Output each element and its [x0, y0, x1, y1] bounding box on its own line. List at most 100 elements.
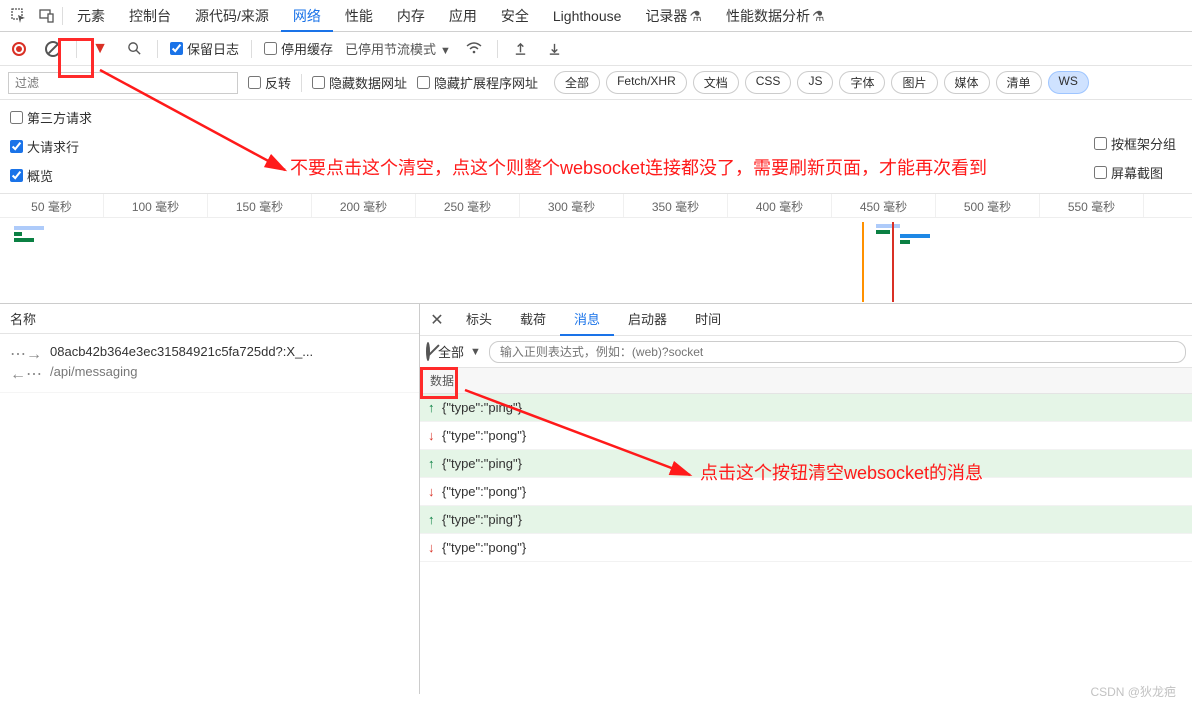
- websocket-icon: ⋯→←⋯: [10, 344, 42, 384]
- invert-checkbox[interactable]: 反转: [248, 73, 291, 92]
- detail-tabs: ✕ 标头载荷消息启动器时间: [420, 304, 1192, 336]
- clear-button[interactable]: [42, 38, 64, 60]
- tab-控制台[interactable]: 控制台: [117, 2, 183, 30]
- throttling-select[interactable]: 已停用节流模式▼: [345, 39, 451, 58]
- third-party-checkbox[interactable]: 第三方请求: [10, 108, 1182, 127]
- ws-message-row[interactable]: ↓{"type":"pong"}: [420, 422, 1192, 450]
- ws-message-row[interactable]: ↑{"type":"ping"}: [420, 506, 1192, 534]
- filter-pill-全部[interactable]: 全部: [554, 71, 600, 94]
- device-icon[interactable]: [34, 3, 60, 29]
- timeline-tick: 300 毫秒: [520, 194, 624, 217]
- devtools-tab-bar: 元素控制台源代码/来源网络性能内存应用安全Lighthouse记录器⚗性能数据分…: [0, 0, 1192, 32]
- tab-性能数据分析[interactable]: 性能数据分析⚗: [714, 2, 837, 30]
- ws-message-row[interactable]: ↑{"type":"ping"}: [420, 450, 1192, 478]
- hide-ext-urls-checkbox[interactable]: 隐藏扩展程序网址: [417, 73, 538, 92]
- messages-toolbar: 全部▼: [420, 336, 1192, 368]
- overview-checkbox[interactable]: 概览: [10, 166, 1182, 185]
- tab-性能[interactable]: 性能: [333, 2, 385, 30]
- arrow-up-icon: ↑: [428, 512, 442, 527]
- timeline-tick: 50 毫秒: [0, 194, 104, 217]
- detail-tab-标头[interactable]: 标头: [452, 303, 506, 336]
- ws-message-text: {"type":"pong"}: [442, 428, 526, 443]
- divider: [76, 40, 77, 58]
- filter-pill-图片[interactable]: 图片: [891, 71, 937, 94]
- ws-message-row[interactable]: ↓{"type":"pong"}: [420, 478, 1192, 506]
- network-conditions-icon[interactable]: [463, 38, 485, 60]
- name-column-header[interactable]: 名称: [0, 304, 419, 334]
- timeline-tick: 150 毫秒: [208, 194, 312, 217]
- timeline-bar: [892, 222, 894, 302]
- network-toolbar: ▼ 保留日志 停用缓存 已停用节流模式▼: [0, 32, 1192, 66]
- timeline-bar: [900, 234, 930, 238]
- disable-cache-checkbox[interactable]: 停用缓存: [264, 39, 333, 58]
- timeline-bar: [862, 222, 864, 302]
- detail-tab-时间[interactable]: 时间: [681, 303, 735, 336]
- divider: [251, 40, 252, 58]
- request-name: 08acb42b364e3ec31584921c5fa725dd?:X_...: [50, 342, 313, 362]
- timeline-tick: 100 毫秒: [104, 194, 208, 217]
- clear-messages-button[interactable]: [426, 344, 430, 359]
- filter-input[interactable]: [8, 72, 238, 94]
- detail-tab-启动器[interactable]: 启动器: [614, 303, 681, 336]
- ws-message-text: {"type":"pong"}: [442, 540, 526, 555]
- requests-pane: 名称 ⋯→←⋯ 08acb42b364e3ec31584921c5fa725dd…: [0, 304, 420, 694]
- filter-pill-JS[interactable]: JS: [797, 71, 833, 94]
- hide-data-urls-checkbox[interactable]: 隐藏数据网址: [312, 73, 407, 92]
- filter-pill-WS[interactable]: WS: [1048, 71, 1089, 94]
- tab-记录器[interactable]: 记录器⚗: [633, 2, 714, 30]
- arrow-down-icon: ↓: [428, 540, 442, 555]
- filter-pill-清单[interactable]: 清单: [996, 71, 1042, 94]
- divider: [62, 7, 63, 25]
- timeline-overview[interactable]: 50 毫秒100 毫秒150 毫秒200 毫秒250 毫秒300 毫秒350 毫…: [0, 194, 1192, 304]
- timeline-tick: 350 毫秒: [624, 194, 728, 217]
- ws-message-text: {"type":"ping"}: [442, 456, 522, 471]
- filter-pill-字体[interactable]: 字体: [839, 71, 885, 94]
- divider: [157, 40, 158, 58]
- timeline-tick: 200 毫秒: [312, 194, 416, 217]
- filter-pill-媒体[interactable]: 媒体: [944, 71, 990, 94]
- tab-安全[interactable]: 安全: [489, 2, 541, 30]
- data-column-header[interactable]: 数据: [420, 368, 1192, 394]
- regex-filter-input[interactable]: [489, 341, 1186, 363]
- tab-内存[interactable]: 内存: [385, 2, 437, 30]
- export-har-icon[interactable]: [544, 38, 566, 60]
- arrow-up-icon: ↑: [428, 400, 442, 415]
- record-button[interactable]: [8, 38, 30, 60]
- arrow-down-icon: ↓: [428, 428, 442, 443]
- tab-源代码/来源[interactable]: 源代码/来源: [183, 2, 281, 30]
- preserve-log-checkbox[interactable]: 保留日志: [170, 39, 239, 58]
- filter-row: 反转 隐藏数据网址 隐藏扩展程序网址 全部 Fetch/XHR 文档 CSSJS 字体图…: [0, 66, 1192, 100]
- filter-pill-CSS[interactable]: CSS: [745, 71, 792, 94]
- screenshot-checkbox[interactable]: 屏幕截图: [1094, 163, 1163, 182]
- search-icon[interactable]: [123, 38, 145, 60]
- timeline-tick: 550 毫秒: [1040, 194, 1144, 217]
- group-by-frame-checkbox[interactable]: 按框架分组: [1094, 134, 1176, 153]
- view-options: 第三方请求 大请求行 概览 按框架分组 屏幕截图: [0, 100, 1192, 194]
- ws-message-row[interactable]: ↑{"type":"ping"}: [420, 394, 1192, 422]
- timeline-bar: [14, 232, 22, 236]
- filter-pill-文档[interactable]: 文档: [693, 71, 739, 94]
- tab-应用[interactable]: 应用: [437, 2, 489, 30]
- message-filter-dropdown[interactable]: 全部▼: [438, 342, 481, 361]
- tab-元素[interactable]: 元素: [65, 2, 117, 30]
- detail-tab-消息[interactable]: 消息: [560, 303, 614, 336]
- ws-message-row[interactable]: ↓{"type":"pong"}: [420, 534, 1192, 562]
- filter-pill-Fetch/XHR[interactable]: Fetch/XHR: [606, 71, 687, 94]
- filter-icon[interactable]: ▼: [89, 38, 111, 60]
- tab-网络[interactable]: 网络: [281, 2, 333, 32]
- main-split: 名称 ⋯→←⋯ 08acb42b364e3ec31584921c5fa725dd…: [0, 304, 1192, 694]
- timeline-bar: [876, 224, 900, 228]
- inspect-icon[interactable]: [6, 3, 32, 29]
- timeline-tick: 500 毫秒: [936, 194, 1040, 217]
- watermark: CSDN @狄龙疤: [1090, 683, 1176, 700]
- request-row[interactable]: ⋯→←⋯ 08acb42b364e3ec31584921c5fa725dd?:X…: [0, 334, 419, 393]
- timeline-bar: [900, 240, 910, 244]
- close-icon[interactable]: ✕: [424, 310, 450, 330]
- big-rows-checkbox[interactable]: 大请求行: [10, 137, 1182, 156]
- detail-tab-载荷[interactable]: 载荷: [506, 303, 560, 336]
- details-pane: ✕ 标头载荷消息启动器时间 全部▼ 数据 ↑{"type":"ping"}↓{"…: [420, 304, 1192, 694]
- tab-Lighthouse[interactable]: Lighthouse: [541, 2, 634, 30]
- ws-message-text: {"type":"ping"}: [442, 512, 522, 527]
- timeline-bar: [876, 230, 890, 234]
- import-har-icon[interactable]: [510, 38, 532, 60]
